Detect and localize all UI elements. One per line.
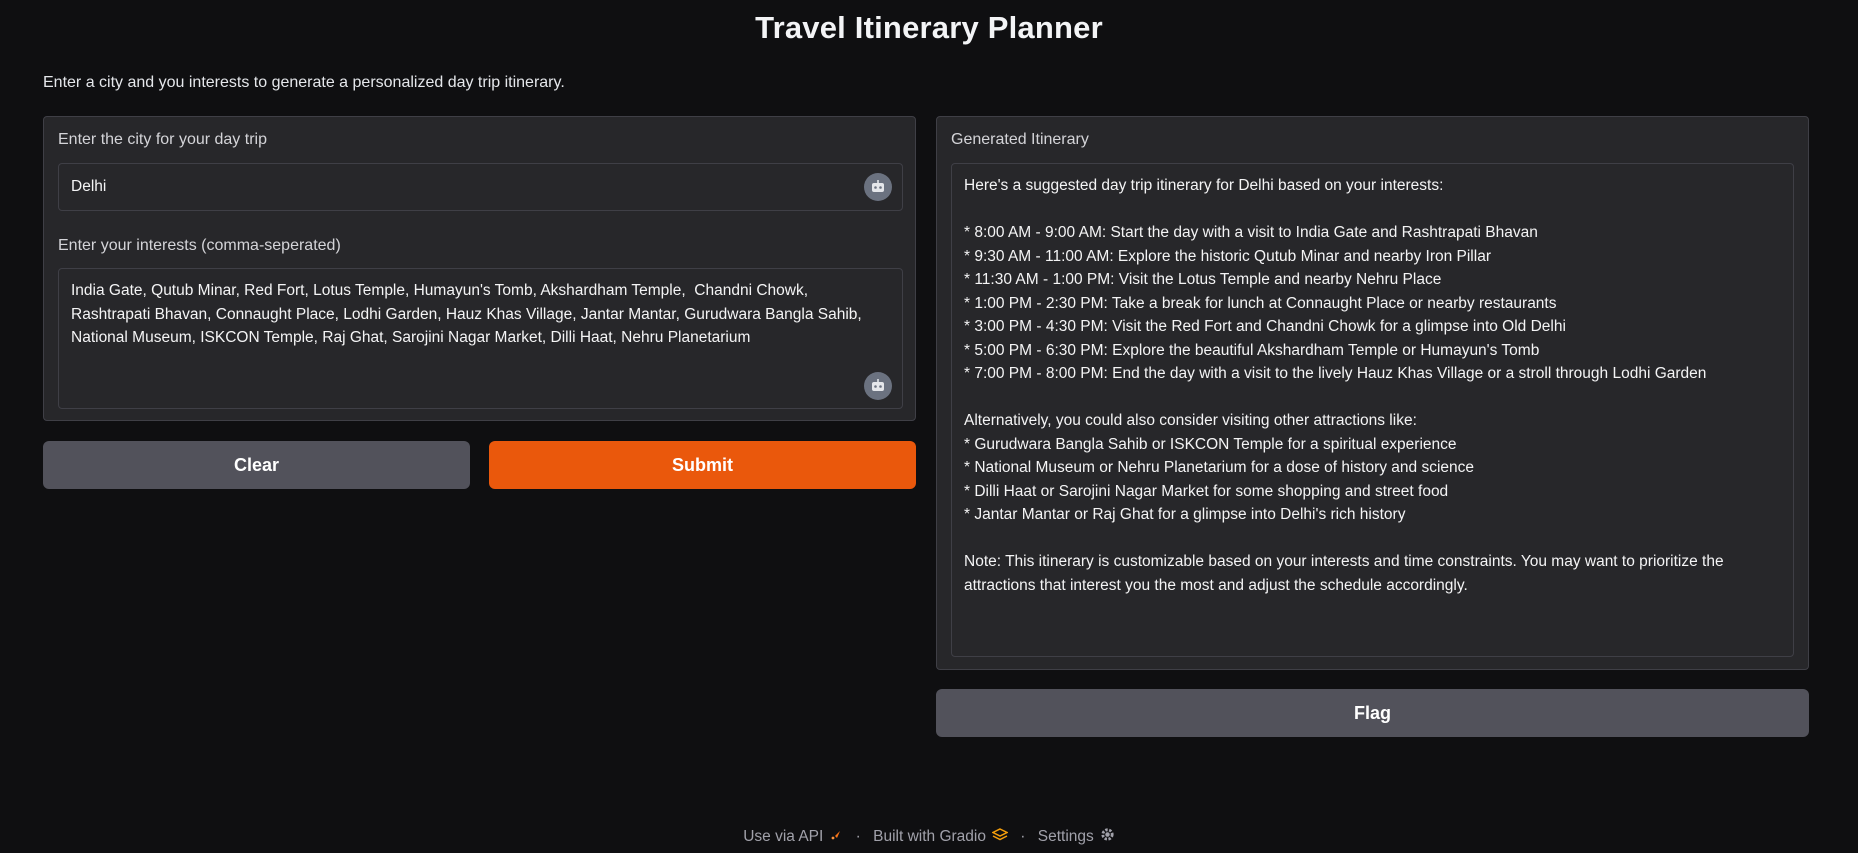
interests-textarea[interactable]: India Gate, Qutub Minar, Red Fort, Lotus… — [58, 268, 903, 409]
robot-icon[interactable] — [864, 173, 892, 201]
page-title: Travel Itinerary Planner — [755, 10, 1103, 45]
rocket-icon — [829, 828, 843, 847]
footer-separator: · — [855, 828, 861, 845]
clear-button[interactable]: Clear — [43, 441, 470, 489]
city-input[interactable]: Delhi — [58, 163, 903, 211]
built-with-gradio-link[interactable]: Built with Gradio — [873, 827, 1009, 847]
page-description: Enter a city and you interests to genera… — [43, 74, 565, 91]
gear-icon — [1100, 827, 1115, 847]
input-panel: Enter the city for your day trip Delhi E… — [43, 116, 916, 421]
itinerary-output[interactable]: Here's a suggested day trip itinerary fo… — [951, 163, 1794, 657]
settings-link[interactable]: Settings — [1038, 828, 1115, 845]
city-label: Enter the city for your day trip — [58, 131, 267, 148]
flag-button[interactable]: Flag — [936, 689, 1809, 737]
submit-button[interactable]: Submit — [489, 441, 916, 489]
gradio-link-label: Built with Gradio — [873, 828, 986, 845]
robot-icon[interactable] — [864, 372, 892, 400]
settings-link-label: Settings — [1037, 828, 1094, 845]
gradio-logo-icon — [991, 827, 1009, 847]
footer-separator: · — [1020, 828, 1026, 845]
output-panel: Generated Itinerary Here's a suggested d… — [936, 116, 1809, 670]
app-page: Travel Itinerary Planner Enter a city an… — [0, 0, 1858, 853]
api-link-label: Use via API — [743, 828, 824, 845]
use-via-api-link[interactable]: Use via API — [743, 828, 843, 845]
interests-label: Enter your interests (comma-seperated) — [58, 237, 341, 254]
footer: Use via API · Built with Gradio · Settin… — [0, 827, 1858, 847]
output-label: Generated Itinerary — [951, 131, 1089, 148]
